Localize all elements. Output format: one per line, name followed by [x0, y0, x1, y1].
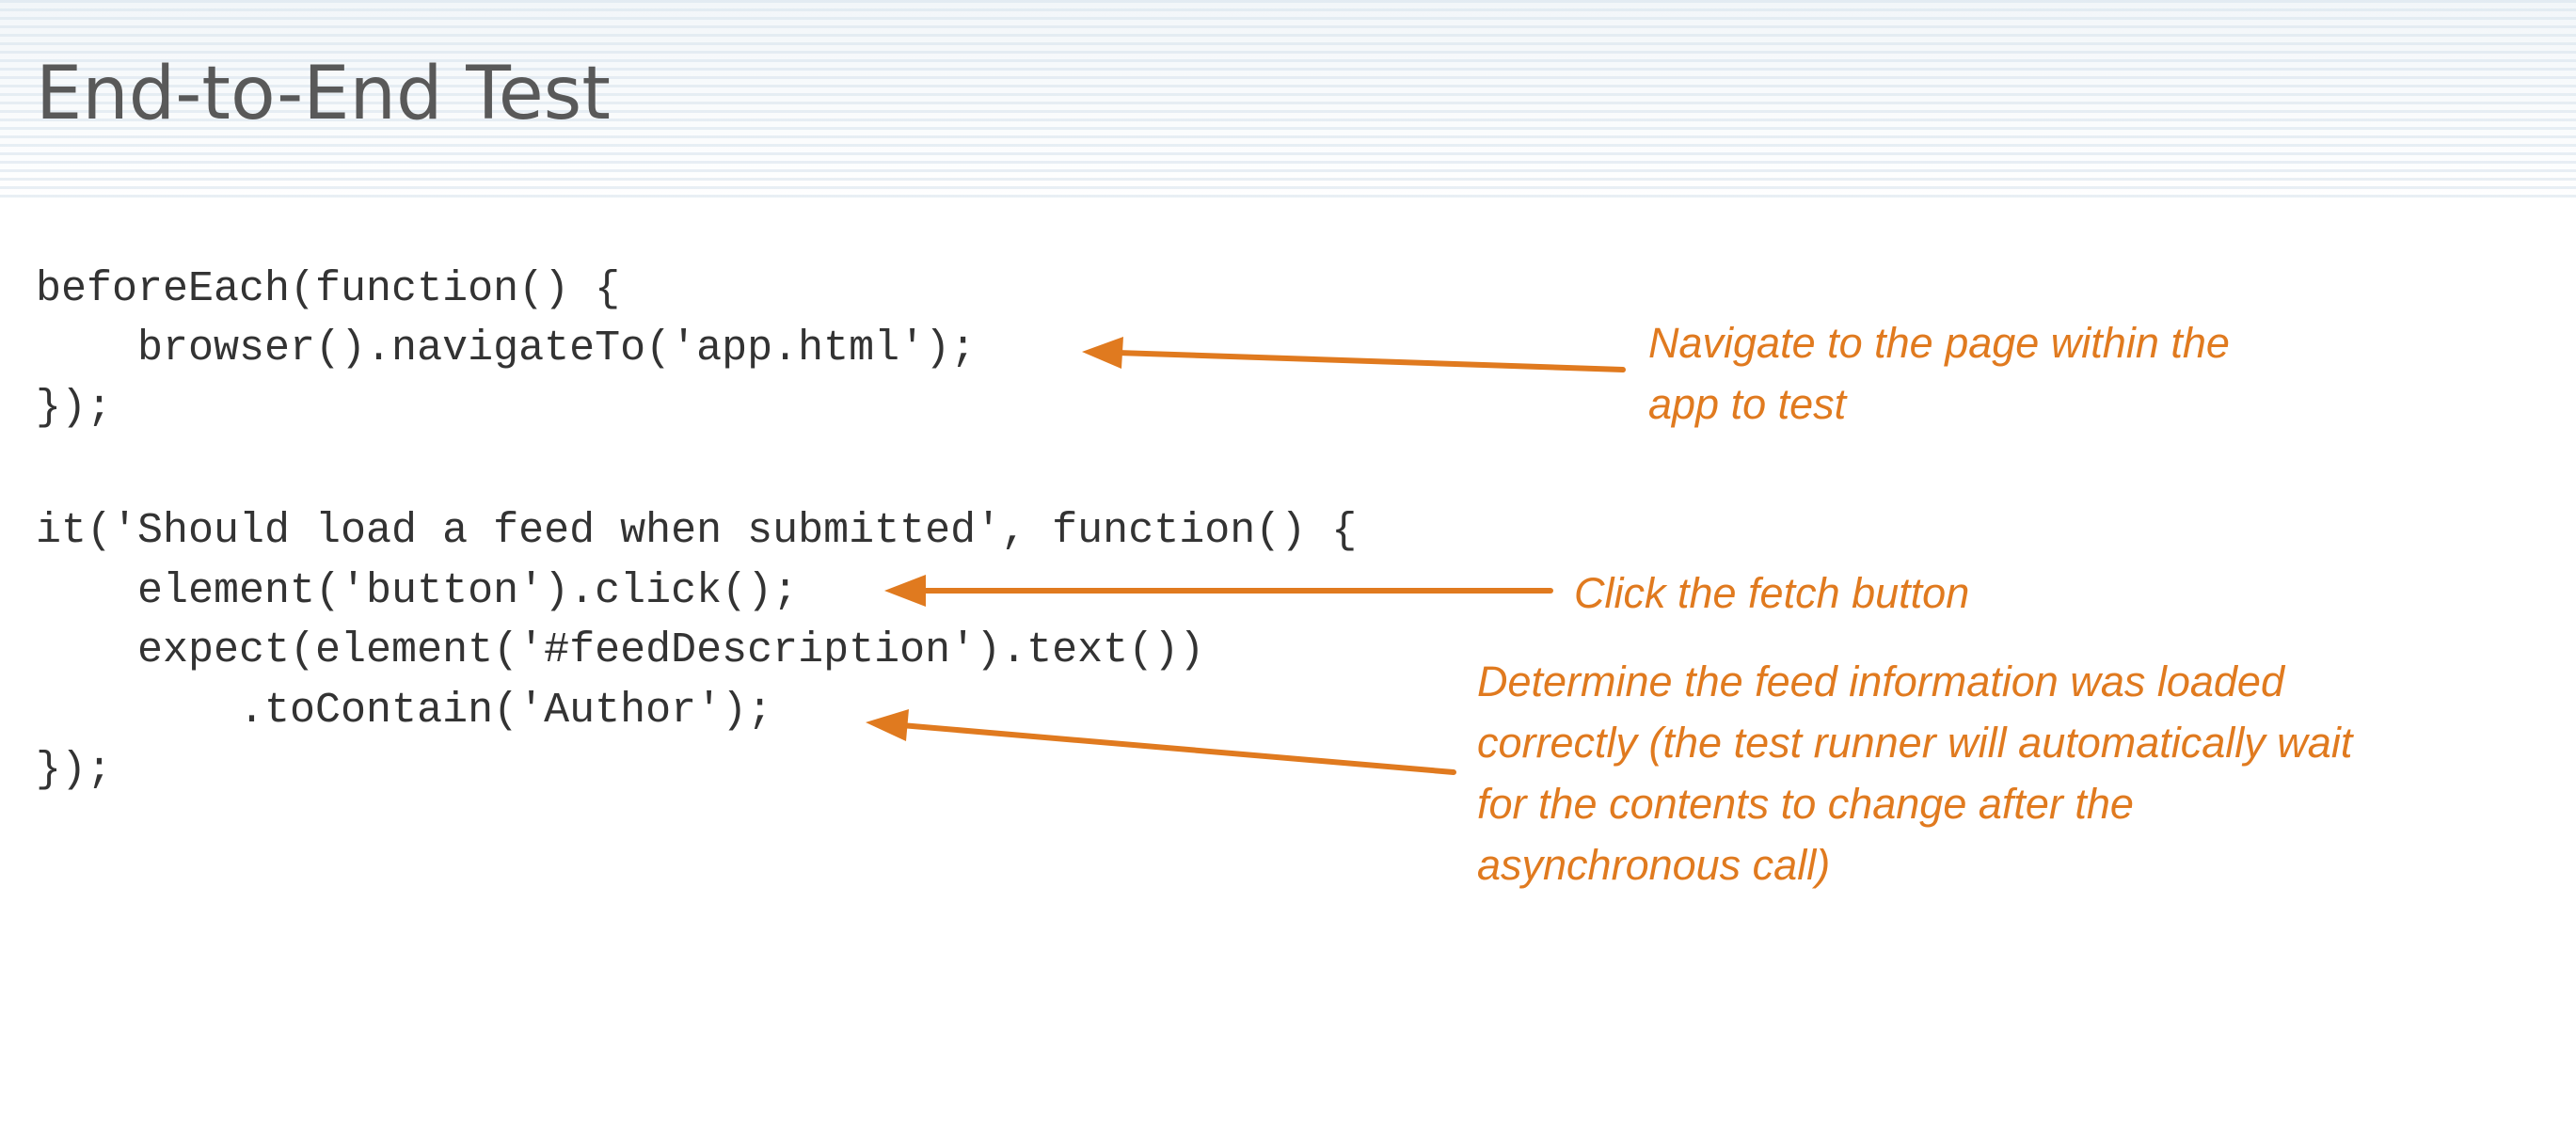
annotation-line: for the contents to change after the — [1477, 780, 2134, 828]
code-line: element('button').click(); — [36, 567, 799, 615]
slide: End-to-End Test beforeEach(function() { … — [0, 0, 2576, 1140]
code-line: browser().navigateTo('app.html'); — [36, 325, 977, 372]
arrow-left-icon — [1082, 337, 1626, 372]
code-line: expect(element('#feedDescription').text(… — [36, 626, 1205, 674]
code-line: }); — [36, 746, 113, 794]
slide-title: End-to-End Test — [36, 52, 611, 136]
annotation-line: Determine the feed information was loade… — [1477, 657, 2284, 705]
annotation-line: Navigate to the page within the — [1648, 319, 2230, 367]
code-line: .toContain('Author'); — [36, 687, 773, 735]
code-line: beforeEach(function() { — [36, 265, 621, 313]
annotation-line: asynchronous call) — [1477, 841, 1831, 889]
annotation-line: correctly (the test runner will automati… — [1477, 719, 2353, 767]
annotation-click: Click the fetch button — [1574, 562, 1969, 624]
annotation-line: Click the fetch button — [1574, 569, 1970, 617]
annotation-line: app to test — [1648, 380, 1847, 428]
arrow-left-icon — [866, 709, 1456, 775]
code-line: }); — [36, 384, 113, 432]
annotation-navigate: Navigate to the page within the app to t… — [1648, 312, 2230, 435]
code-line: it('Should load a feed when submitted', … — [36, 507, 1358, 555]
arrow-left-icon — [884, 575, 1553, 607]
annotation-determine: Determine the feed information was loade… — [1477, 651, 2352, 895]
